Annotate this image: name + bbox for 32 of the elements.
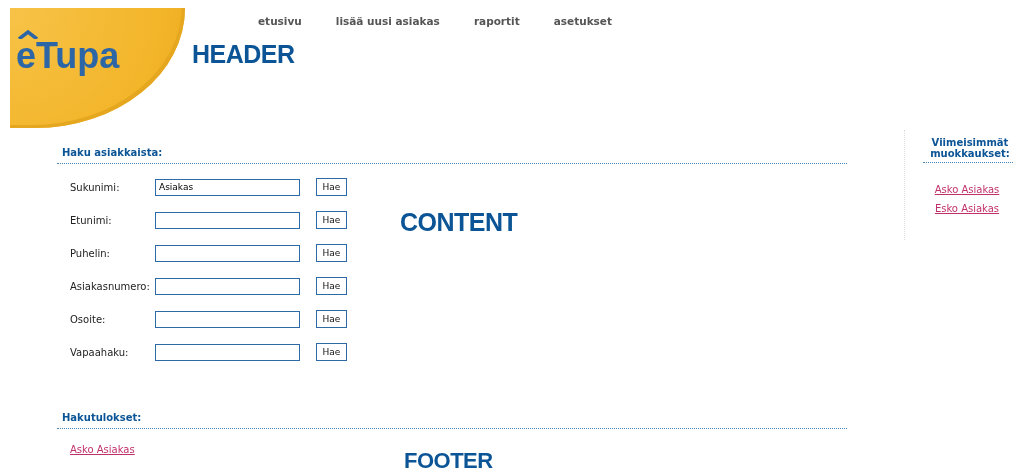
section-title: Hakutulokset: xyxy=(57,412,847,429)
input-field[interactable] xyxy=(155,277,300,295)
search-button[interactable]: Hae xyxy=(316,244,347,262)
recent-link[interactable]: Esko Asiakas xyxy=(934,203,1000,215)
header-label: HEADER xyxy=(192,42,296,67)
sidebar-title: Viimeisimmät muokkaukset: xyxy=(923,137,1013,163)
search-button[interactable]: Hae xyxy=(316,310,347,328)
field-label: Asiakasnumero: xyxy=(70,280,151,292)
field-label: Sukunimi: xyxy=(70,181,121,193)
nav-link[interactable]: asetukset xyxy=(553,15,612,27)
nav-link[interactable]: lisää uusi asiakas xyxy=(335,15,440,27)
input-field[interactable] xyxy=(155,310,300,328)
search-button[interactable]: Hae xyxy=(316,277,347,295)
nav-link[interactable]: raportit xyxy=(473,15,520,27)
footer-label: FOOTER xyxy=(404,450,494,472)
recent-link[interactable]: Asko Asiakas xyxy=(934,184,1000,196)
result-link[interactable]: Asko Asiakas xyxy=(70,444,135,455)
field-label: Puhelin: xyxy=(70,247,111,259)
section-title: Haku asiakkaista: xyxy=(57,147,847,164)
field-label: Osoite: xyxy=(70,313,107,325)
search-button[interactable]: Hae xyxy=(316,178,347,196)
field-label: Etunimi: xyxy=(70,214,113,226)
input-field[interactable] xyxy=(155,244,300,262)
nav-link[interactable]: etusivu xyxy=(258,15,302,27)
field-label: Vapaahaku: xyxy=(70,346,130,358)
content-label: CONTENT xyxy=(400,210,518,238)
search-button[interactable]: Hae xyxy=(316,211,347,229)
input-field[interactable] xyxy=(155,211,300,229)
logo: eTupa xyxy=(16,35,120,77)
input-field[interactable] xyxy=(155,343,300,361)
input-field[interactable]: Asiakas xyxy=(155,178,300,196)
search-button[interactable]: Hae xyxy=(316,343,347,361)
